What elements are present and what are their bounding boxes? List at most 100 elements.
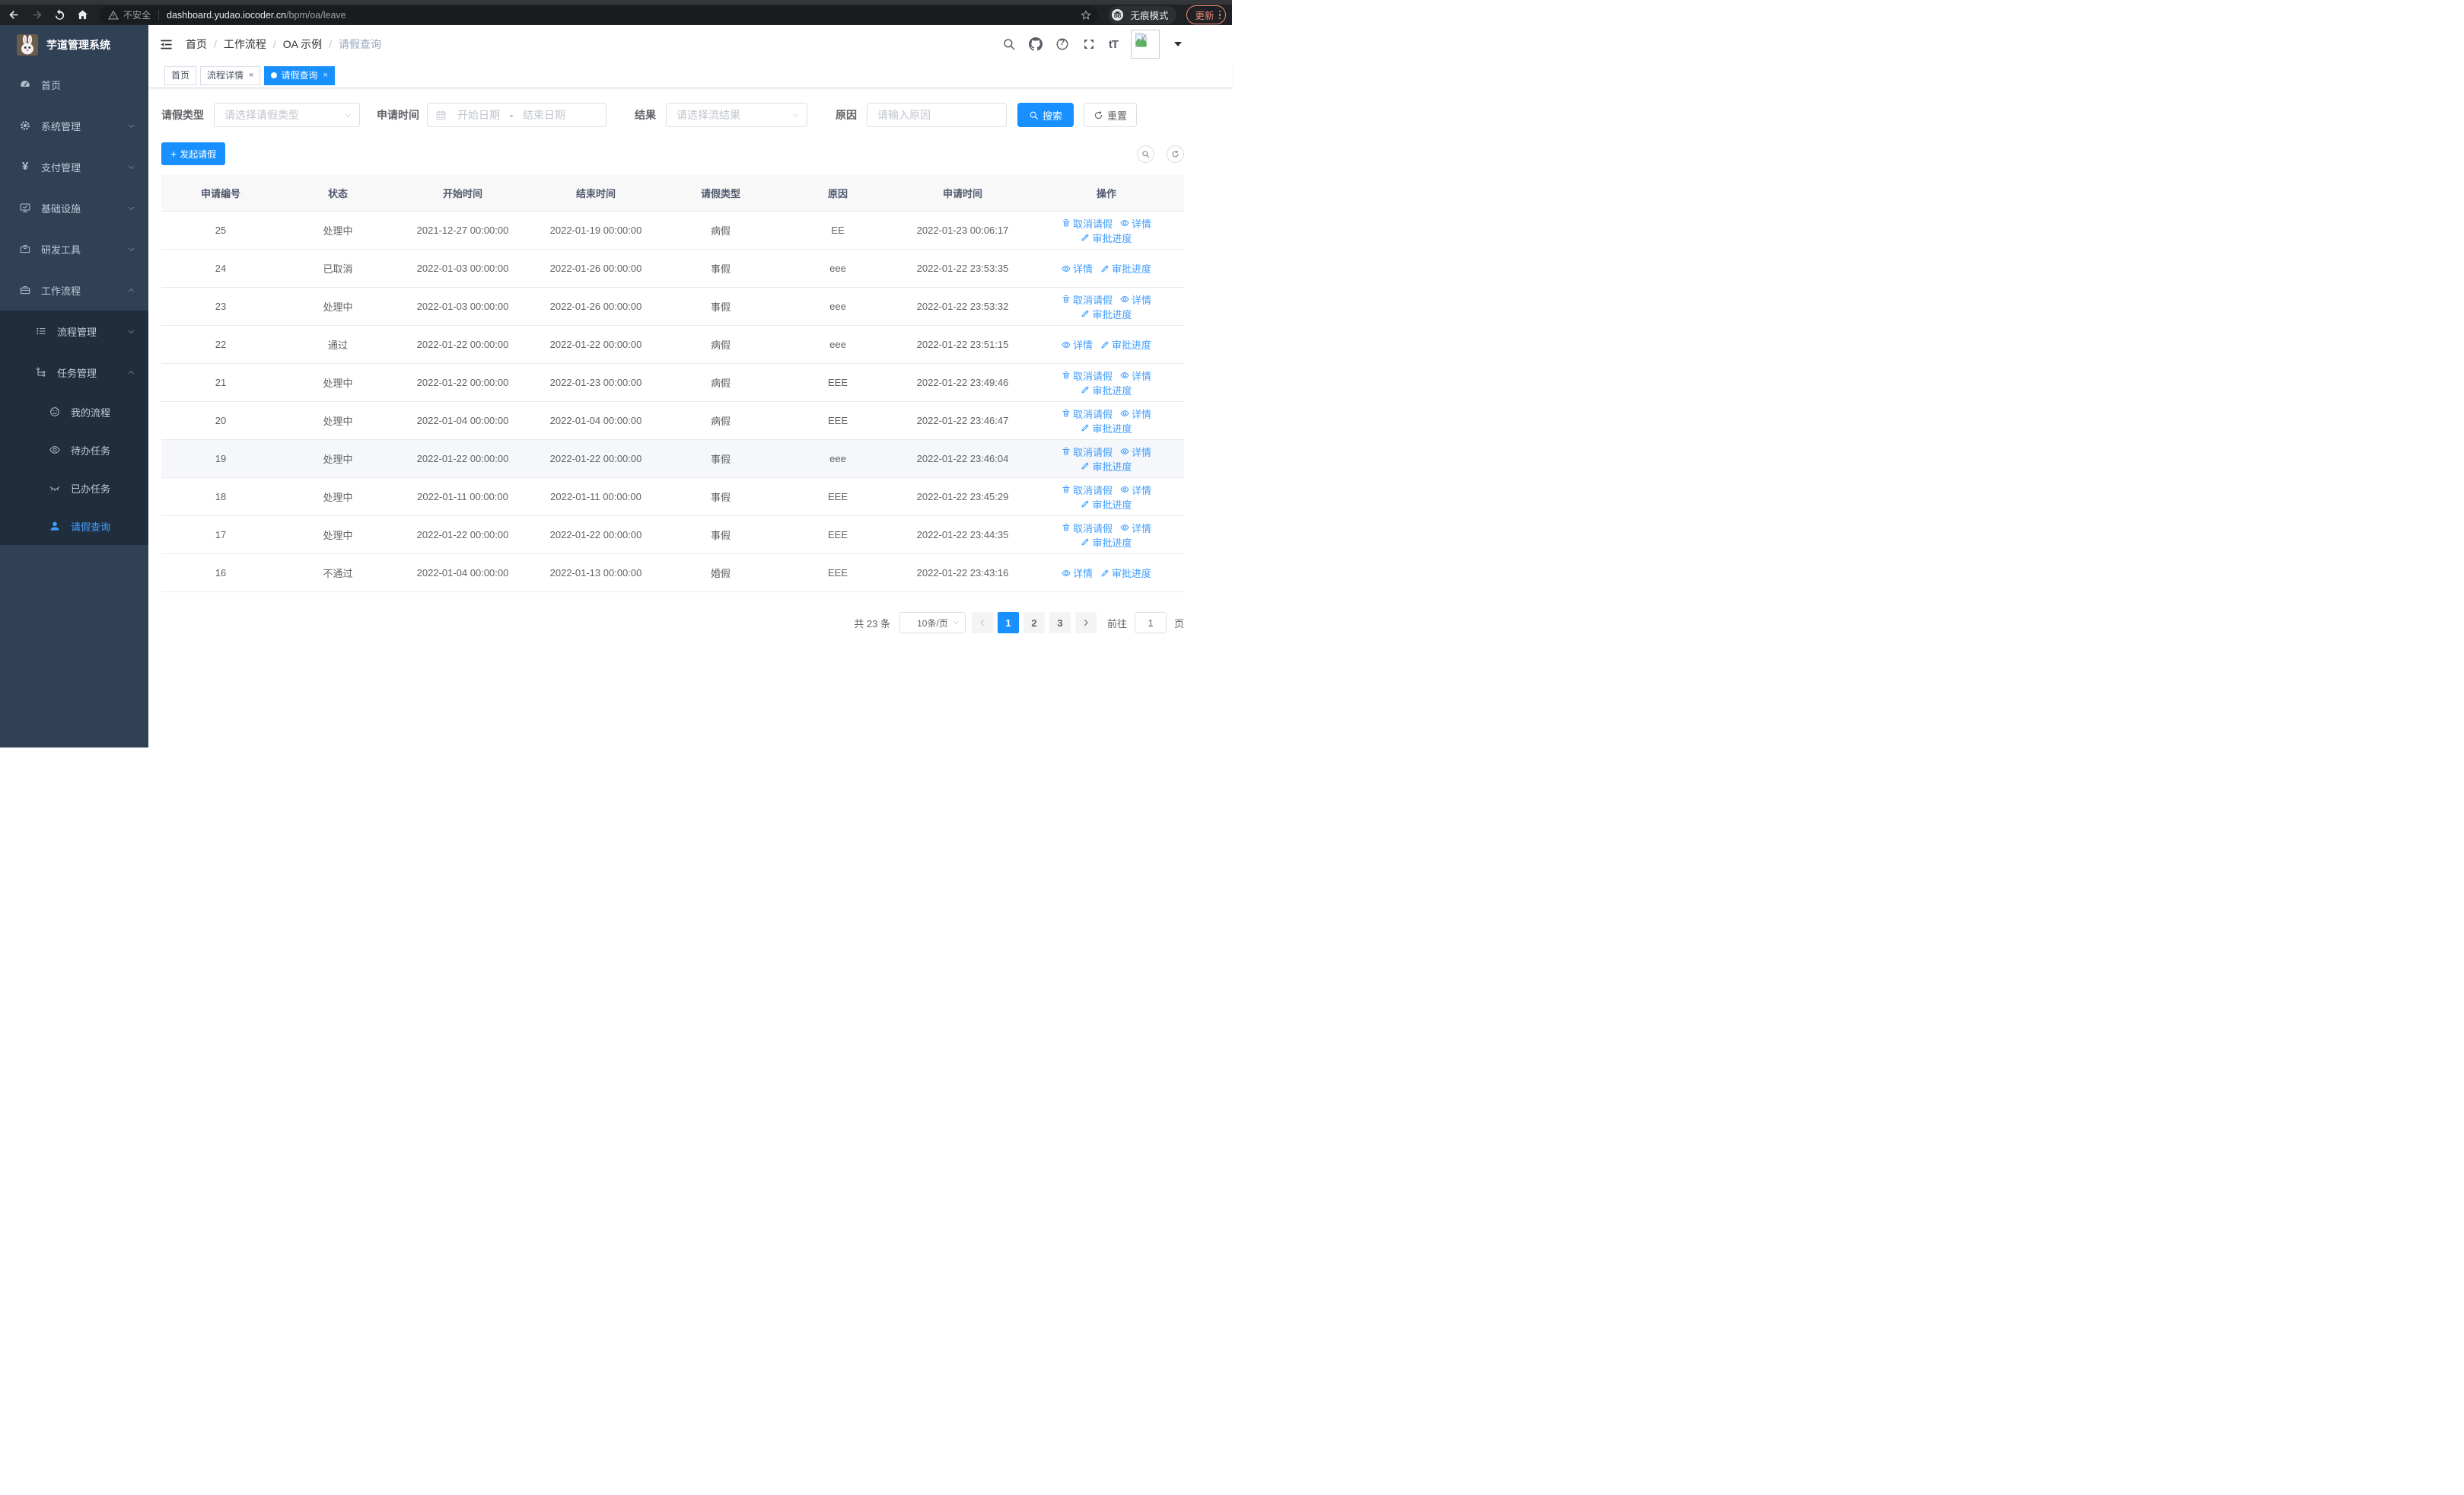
apply-time-range-picker[interactable]: 开始日期 - 结束日期 (427, 103, 606, 127)
sidebar-item-my-process[interactable]: 我的流程 (0, 393, 148, 431)
reset-button[interactable]: 重置 (1084, 103, 1138, 127)
cancel-leave-link[interactable]: 取消请假 (1062, 292, 1113, 307)
toggle-search-button[interactable] (1137, 145, 1154, 163)
detail-link[interactable]: 详情 (1062, 337, 1093, 352)
sidebar-item-home[interactable]: 首页 (0, 64, 148, 105)
leave-table: 申请编号 状态 开始时间 结束时间 请假类型 原因 申请时间 操作 25 处理中 2… (161, 175, 1184, 592)
sidebar-item-process-management[interactable]: 流程管理 (0, 311, 148, 352)
search-icon[interactable] (1002, 37, 1016, 51)
security-label[interactable]: 不安全 (123, 8, 151, 21)
pen-icon (1081, 234, 1089, 241)
avatar-caret-icon[interactable] (1174, 42, 1182, 46)
sidebar-item-label: 请假查询 (71, 521, 111, 533)
approval-progress-link[interactable]: 审批进度 (1100, 566, 1151, 580)
fullscreen-icon[interactable] (1082, 37, 1096, 51)
leave-type-select[interactable]: 请选择请假类型 (214, 103, 360, 127)
page-button-2[interactable]: 2 (1023, 612, 1045, 633)
reason-label: 原因 (836, 109, 857, 121)
sidebar-item-workflow[interactable]: 工作流程 (0, 269, 148, 311)
sidebar-item-system[interactable]: 系统管理 (0, 105, 148, 146)
next-page-button[interactable] (1074, 612, 1097, 633)
cell-id: 17 (161, 515, 280, 554)
close-icon[interactable]: × (323, 66, 327, 85)
browser-menu-icon[interactable] (1218, 10, 1221, 20)
approval-progress-link[interactable]: 审批进度 (1100, 337, 1151, 352)
detail-link[interactable]: 详情 (1062, 261, 1093, 276)
back-icon[interactable] (8, 8, 21, 21)
detail-link[interactable]: 详情 (1120, 483, 1151, 497)
update-label[interactable]: 更新 (1195, 8, 1214, 22)
browser-update-button[interactable]: 更新 (1186, 5, 1226, 24)
page-button-3[interactable]: 3 (1049, 612, 1071, 633)
tab-label: 请假查询 (281, 69, 318, 81)
sidebar-item-dev-tools[interactable]: 研发工具 (0, 228, 148, 269)
sidebar-item-infrastructure[interactable]: 基础设施 (0, 187, 148, 228)
detail-link[interactable]: 详情 (1062, 566, 1093, 580)
bookmark-star-icon[interactable] (1080, 9, 1092, 21)
detail-link[interactable]: 详情 (1120, 445, 1151, 459)
home-icon[interactable] (76, 8, 89, 21)
approval-progress-link[interactable]: 审批进度 (1081, 231, 1132, 245)
forward-icon[interactable] (30, 8, 43, 21)
tab-process-detail[interactable]: 流程详情 × (200, 65, 261, 85)
help-icon[interactable]: ? (1055, 37, 1069, 51)
approval-progress-link[interactable]: 审批进度 (1081, 383, 1132, 397)
page-size-select[interactable]: 10条/页 (899, 612, 966, 633)
detail-link[interactable]: 详情 (1120, 292, 1151, 307)
cell-reason: EE (779, 211, 896, 250)
reason-input[interactable]: 请输入原因 (867, 103, 1007, 127)
chevron-down-icon (128, 165, 135, 169)
cancel-leave-link[interactable]: 取消请假 (1062, 368, 1113, 383)
reload-icon[interactable] (53, 8, 66, 21)
page-button-1[interactable]: 1 (997, 612, 1019, 633)
avatar[interactable] (1131, 30, 1160, 59)
detail-link[interactable]: 详情 (1120, 521, 1151, 535)
detail-link[interactable]: 详情 (1120, 216, 1151, 231)
cancel-leave-link[interactable]: 取消请假 (1062, 445, 1113, 459)
approval-progress-link[interactable]: 审批进度 (1100, 261, 1151, 276)
cancel-leave-link[interactable]: 取消请假 (1062, 483, 1113, 497)
sidebar-collapse-icon[interactable] (159, 37, 173, 52)
approval-progress-link[interactable]: 审批进度 (1081, 421, 1132, 435)
cell-start: 2021-12-27 00:00:00 (396, 211, 530, 250)
font-size-icon[interactable]: tT (1109, 38, 1119, 51)
cell-type: 病假 (662, 211, 779, 250)
sidebar-item-task-management[interactable]: 任务管理 (0, 352, 148, 393)
result-select[interactable]: 请选择流结果 (666, 103, 807, 127)
chevron-down-icon (128, 124, 135, 128)
breadcrumb-item[interactable]: OA 示例 (283, 37, 322, 52)
address-bar[interactable]: 不安全 dashboard.yudao.iocoder.cn/bpm/oa/le… (99, 6, 1099, 24)
refresh-table-button[interactable] (1167, 145, 1184, 163)
tab-leave-query[interactable]: 请假查询 × (264, 65, 335, 85)
approval-progress-link[interactable]: 审批进度 (1081, 497, 1132, 512)
url-path[interactable]: /bpm/oa/leave (286, 10, 346, 21)
sidebar-item-done-tasks[interactable]: 已办任务 (0, 469, 148, 507)
cancel-leave-link[interactable]: 取消请假 (1062, 406, 1113, 421)
approval-progress-link[interactable]: 审批进度 (1081, 535, 1132, 550)
chevron-up-icon (128, 288, 135, 292)
goto-page-input[interactable]: 1 (1134, 612, 1167, 633)
github-icon[interactable] (1028, 37, 1043, 51)
cell-end: 2022-01-22 00:00:00 (530, 325, 662, 364)
detail-link[interactable]: 详情 (1120, 368, 1151, 383)
col-leave-type: 请假类型 (662, 175, 779, 212)
prev-page-button[interactable] (971, 612, 993, 633)
plus-icon: + (170, 148, 177, 160)
sidebar-item-todo-tasks[interactable]: 待办任务 (0, 431, 148, 469)
create-leave-button[interactable]: + 发起请假 (161, 142, 226, 165)
breadcrumb-item[interactable]: 首页 (186, 37, 207, 52)
detail-link[interactable]: 详情 (1120, 406, 1151, 421)
sidebar-item-payment[interactable]: ¥ 支付管理 (0, 146, 148, 187)
close-icon[interactable]: × (249, 66, 253, 85)
cancel-leave-link[interactable]: 取消请假 (1062, 216, 1113, 231)
help-glyph: ? (1059, 38, 1065, 47)
cancel-leave-link[interactable]: 取消请假 (1062, 521, 1113, 535)
search-button[interactable]: 搜索 (1017, 103, 1074, 127)
tab-home[interactable]: 首页 (164, 65, 197, 85)
approval-progress-link[interactable]: 审批进度 (1081, 459, 1132, 473)
sidebar-item-leave-query[interactable]: 请假查询 (0, 507, 148, 545)
table-row: 19 处理中 2022-01-22 00:00:00 2022-01-22 00:00… (161, 439, 1184, 478)
approval-progress-link[interactable]: 审批进度 (1081, 307, 1132, 321)
url-domain[interactable]: dashboard.yudao.iocoder.cn (167, 10, 286, 21)
breadcrumb-item[interactable]: 工作流程 (224, 37, 266, 52)
